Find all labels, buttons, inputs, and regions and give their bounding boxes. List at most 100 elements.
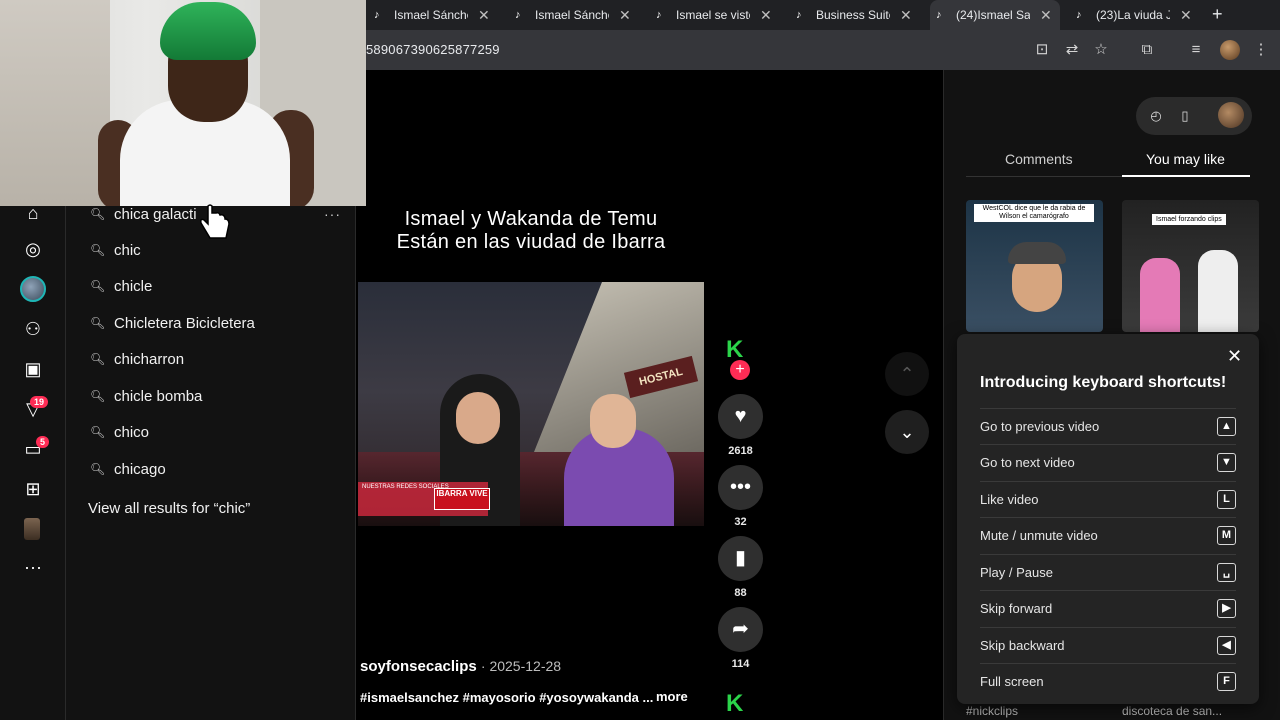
- shortcut-row: Like video L: [980, 481, 1236, 517]
- explore-icon[interactable]: ◎: [22, 238, 44, 260]
- close-tab-icon[interactable]: ✕: [760, 7, 772, 24]
- previous-video-button[interactable]: ⌃: [885, 352, 929, 396]
- recommended-video-thumbnail[interactable]: WestCOL dice que le da rabia de Wilson e…: [966, 200, 1103, 332]
- save-button[interactable]: ▮: [718, 536, 763, 581]
- suggestion-text: chicle: [114, 277, 153, 295]
- media-controls-icon[interactable]: ≡: [1186, 40, 1206, 60]
- explore-icon[interactable]: ◴: [1147, 107, 1165, 125]
- chevron-down-icon: ⌄: [899, 422, 915, 442]
- key-l-icon: L: [1217, 490, 1236, 509]
- search-icon: 🔍︎: [90, 462, 106, 476]
- video-player[interactable]: HOSTAL NUESTRAS REDES SOCIALES IBARRA VI…: [358, 282, 704, 526]
- video-hashtags[interactable]: #ismaelsanchez #mayosorio #yosoywakanda …: [360, 690, 653, 705]
- shortcut-label: Skip forward: [980, 601, 1053, 616]
- shortcut-label: Play / Pause: [980, 565, 1053, 580]
- key-down-icon: ▼: [1217, 453, 1236, 472]
- kick-logo-icon: K: [726, 690, 744, 717]
- close-tab-icon[interactable]: ✕: [900, 7, 912, 24]
- profile-icon[interactable]: [24, 518, 40, 540]
- suggestion-item[interactable]: 🔍︎ chicago: [90, 454, 166, 484]
- like-button[interactable]: ♥: [718, 394, 763, 439]
- close-tab-icon[interactable]: ✕: [1040, 7, 1052, 24]
- more-icon[interactable]: ···: [22, 556, 44, 578]
- suggestion-item[interactable]: 🔍︎ chicharron: [90, 344, 184, 374]
- thumbnail-caption: Ismael forzando clips: [1152, 214, 1226, 225]
- suggestion-text: Chicletera Bicicletera: [114, 314, 255, 332]
- recommended-caption[interactable]: #nickclips: [966, 704, 1018, 718]
- browser-tab[interactable]: ♪ (23)La viuda J ✕: [1076, 0, 1192, 30]
- key-space-icon: ␣: [1217, 563, 1236, 582]
- next-video-button[interactable]: ⌄: [885, 410, 929, 454]
- activity-badge: 19: [30, 396, 49, 408]
- view-all-results-link[interactable]: View all results for “chic”: [88, 500, 250, 517]
- tab-label: Ismael Sánche: [394, 8, 468, 22]
- recommended-video-thumbnail[interactable]: Ismael forzando clips: [1122, 200, 1259, 332]
- more-description-button[interactable]: more: [656, 689, 688, 704]
- tiktok-icon: ♪: [796, 9, 802, 21]
- suggestion-item[interactable]: 🔍︎ chicle: [90, 271, 152, 301]
- key-left-icon: ◀: [1217, 636, 1236, 655]
- live-icon[interactable]: ▣: [22, 358, 44, 380]
- close-icon[interactable]: ✕: [1227, 346, 1242, 367]
- browser-menu-icon[interactable]: ⋮: [1251, 40, 1271, 60]
- tiktok-icon: ♪: [936, 9, 942, 21]
- new-tab-button[interactable]: +: [1212, 4, 1223, 25]
- browser-tab[interactable]: ♪ Ismael se viste ✕: [656, 0, 772, 30]
- shortcut-row: Skip forward ▶: [980, 590, 1236, 626]
- browser-tab[interactable]: ♪ Business Suite ✕: [796, 0, 912, 30]
- video-frame-logo: IBARRA VIVE: [434, 488, 490, 510]
- share-button[interactable]: ➦: [718, 607, 763, 652]
- search-icon: 🔍︎: [90, 207, 106, 221]
- shortcuts-title: Introducing keyboard shortcuts!: [980, 374, 1227, 391]
- browser-tab[interactable]: ♪ Ismael Sánche ✕: [515, 0, 631, 30]
- upload-icon[interactable]: ⊞: [22, 478, 44, 500]
- messages-badge: 5: [36, 436, 50, 448]
- close-tab-icon[interactable]: ✕: [619, 7, 631, 24]
- url-text[interactable]: 589067390625877259: [366, 42, 500, 57]
- tab-you-may-like[interactable]: You may like: [1146, 151, 1225, 167]
- search-icon: 🔍︎: [90, 243, 106, 257]
- suggestion-text: chicharron: [114, 350, 185, 368]
- close-tab-icon[interactable]: ✕: [478, 7, 490, 24]
- shortcut-row: Play / Pause ␣: [980, 554, 1236, 590]
- shortcut-label: Like video: [980, 492, 1039, 507]
- phone-icon[interactable]: ▯: [1176, 107, 1194, 125]
- share-arrow-icon: ➦: [732, 618, 749, 640]
- active-tab-indicator: [1122, 175, 1250, 177]
- suggestion-item[interactable]: 🔍︎ chico: [90, 417, 149, 447]
- suggestion-item[interactable]: 🔍︎ chic: [90, 235, 141, 265]
- comment-icon: •••: [729, 476, 751, 498]
- tiktok-icon: ♪: [656, 9, 662, 21]
- comment-button[interactable]: •••: [718, 465, 763, 510]
- thumbnail-caption: WestCOL dice que le da rabia de Wilson e…: [974, 204, 1094, 222]
- tab-comments[interactable]: Comments: [1005, 151, 1073, 167]
- shortcut-row: Mute / unmute video M: [980, 517, 1236, 553]
- suggestion-item[interactable]: 🔍︎ chicle bomba: [90, 381, 202, 411]
- tiktok-icon: ♪: [515, 9, 521, 21]
- following-icon[interactable]: ⚇: [22, 318, 44, 340]
- key-up-icon: ▲: [1217, 417, 1236, 436]
- sound-avatar[interactable]: K: [724, 682, 758, 717]
- share-count: 114: [731, 658, 750, 670]
- suggestion-item[interactable]: 🔍︎ Chicletera Bicicletera: [90, 308, 255, 338]
- kick-logo-icon: K: [726, 336, 744, 363]
- more-options-icon[interactable]: ···: [324, 206, 341, 222]
- browser-tab[interactable]: ♪ Ismael Sánche ✕: [374, 0, 490, 30]
- recommended-caption[interactable]: discoteca de san...: [1122, 704, 1222, 718]
- user-avatar[interactable]: [1218, 102, 1244, 128]
- video-author[interactable]: soyfonsecaclips · 2025-12-28: [360, 658, 561, 675]
- browser-profile-avatar[interactable]: [1220, 40, 1240, 60]
- nav-avatar[interactable]: [20, 276, 46, 302]
- browser-tab-active[interactable]: ♪ (24)Ismael Sa ✕: [930, 0, 1060, 30]
- creator-avatar[interactable]: K: [724, 330, 758, 364]
- bookmark-star-icon[interactable]: ☆: [1091, 40, 1111, 60]
- search-tabs-icon[interactable]: ⧉: [1137, 40, 1157, 60]
- translate-icon[interactable]: ⇄: [1062, 40, 1082, 60]
- close-tab-icon[interactable]: ✕: [1180, 7, 1192, 24]
- follow-button[interactable]: +: [730, 360, 750, 380]
- author-name[interactable]: soyfonsecaclips: [360, 658, 477, 675]
- suggestion-text: chic: [114, 241, 141, 259]
- comment-count: 32: [734, 516, 747, 528]
- shortcut-label: Go to next video: [980, 455, 1075, 470]
- install-app-icon[interactable]: ⊡: [1032, 40, 1052, 60]
